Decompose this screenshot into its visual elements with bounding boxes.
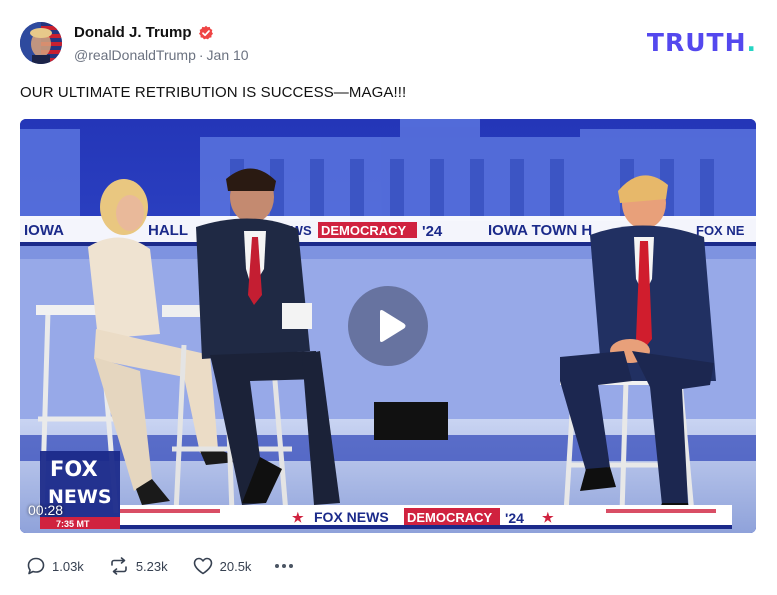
post-actions: 1.03k 5.23k 20.5k xyxy=(26,556,297,576)
banner-hall: HALL xyxy=(148,222,188,239)
bottom-banner-foxnews: FOX NEWS xyxy=(314,509,389,525)
retruth-count: 5.23k xyxy=(135,558,168,574)
author-display-name[interactable]: Donald J. Trump xyxy=(74,24,192,41)
reply-bubble-icon xyxy=(27,557,45,575)
avatar[interactable] xyxy=(20,22,62,64)
like-button[interactable]: 20.5k xyxy=(192,556,252,576)
author-handle[interactable]: @realDonaldTrump xyxy=(74,47,196,63)
retruth-arrows-icon xyxy=(111,557,127,575)
post-date[interactable]: Jan 10 xyxy=(207,47,249,63)
banner-democracy: DEMOCRACY xyxy=(321,223,407,238)
reply-count: 1.03k xyxy=(52,558,84,574)
post-header: Donald J. Trump @realDonaldTrump · Jan 10 … xyxy=(20,20,757,66)
video-duration: 00:28 xyxy=(28,502,64,518)
video-player[interactable]: IOWA HALL EWS DEMOCRACY '24 IOWA TOWN H … xyxy=(20,119,756,533)
reply-button[interactable]: 1.03k xyxy=(26,556,84,576)
more-dot xyxy=(282,564,287,568)
truth-logo[interactable]: TRUTH. xyxy=(647,28,757,57)
play-button[interactable] xyxy=(348,286,428,366)
bottom-banner-democracy: DEMOCRACY xyxy=(407,510,493,525)
heart-icon xyxy=(193,557,212,575)
brand-word: TRUTH xyxy=(646,28,747,57)
more-dots-icon[interactable] xyxy=(271,560,297,572)
banner-iowa-town: IOWA TOWN H xyxy=(488,222,592,239)
fox-logo-line1: FOX xyxy=(50,457,98,481)
banner-year: '24 xyxy=(422,223,443,240)
banner-foxne: FOX NE xyxy=(696,223,745,238)
bottom-banner-year: '24 xyxy=(505,510,524,526)
more-dot xyxy=(289,564,294,568)
play-icon xyxy=(380,310,406,342)
bottom-banner-star-left: ★ xyxy=(292,510,304,525)
author-meta: @realDonaldTrump · Jan 10 xyxy=(74,47,249,63)
bottom-banner-star-right: ★ xyxy=(542,510,554,525)
retruth-button[interactable]: 5.23k xyxy=(108,556,168,576)
post-text: OUR ULTIMATE RETRIBUTION IS SUCCESS—MAGA… xyxy=(20,84,407,101)
more-dot xyxy=(275,564,280,568)
fox-logo-line3: 7:35 MT xyxy=(56,519,90,529)
like-count: 20.5k xyxy=(219,558,252,574)
brand-period: . xyxy=(746,28,757,57)
verified-badge-icon xyxy=(198,25,214,41)
banner-iowa: IOWA xyxy=(24,222,64,239)
meta-separator: · xyxy=(198,47,204,63)
